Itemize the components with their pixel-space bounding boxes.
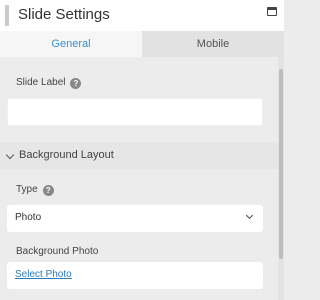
type-field-label: Type? — [16, 184, 54, 196]
background-layout-section-header[interactable]: Background Layout — [0, 142, 278, 169]
section-title: Background Layout — [19, 149, 114, 161]
slide-label-text: Slide Label — [16, 77, 66, 88]
type-select-value: Photo — [15, 212, 42, 223]
help-icon[interactable]: ? — [70, 78, 82, 89]
panel-header: Slide Settings — [0, 0, 284, 31]
scrollbar-thumb[interactable] — [279, 69, 283, 259]
drag-handle-icon[interactable] — [5, 5, 9, 26]
type-label-text: Type — [16, 184, 38, 195]
scrollbar[interactable] — [278, 57, 284, 300]
tab-mobile[interactable]: Mobile — [142, 31, 284, 57]
background-photo-label: Background Photo — [16, 246, 99, 257]
chevron-down-icon — [5, 150, 15, 160]
chevron-down-icon — [245, 211, 254, 220]
panel-title: Slide Settings — [18, 6, 110, 23]
background-photo-box: Select Photo — [7, 262, 263, 289]
tab-bar: General Mobile — [0, 31, 284, 57]
slide-label-input[interactable] — [7, 98, 263, 126]
slide-label-field-label: Slide Label? — [16, 77, 82, 89]
tab-general[interactable]: General — [0, 31, 142, 57]
help-icon[interactable]: ? — [42, 185, 54, 196]
window-icon[interactable] — [267, 7, 277, 16]
select-photo-link[interactable]: Select Photo — [15, 269, 72, 280]
type-select[interactable]: Photo — [7, 205, 263, 232]
